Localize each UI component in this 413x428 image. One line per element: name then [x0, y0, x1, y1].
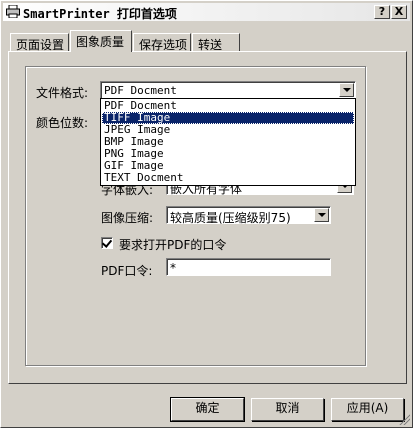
chevron-down-icon[interactable]	[339, 83, 354, 97]
file-format-dropdown-list[interactable]: PDF Docment TIFF Image JPEG Image BMP Im…	[100, 98, 356, 186]
close-button[interactable]: X	[391, 5, 407, 19]
tab-image-quality[interactable]: 图象质量	[70, 30, 132, 52]
image-compress-select[interactable]: 较高质量(压缩级别75)	[166, 206, 331, 225]
file-format-label: 文件格式:	[36, 86, 89, 100]
window-title: SmartPrinter 打印首选项	[23, 7, 177, 21]
ok-button[interactable]: 确定	[170, 397, 245, 422]
pdf-password-label: PDF口令:	[101, 264, 153, 278]
printer-preferences-dialog: SmartPrinter 打印首选项 ? X 页面设置 图象质量 保存选项 转送…	[0, 0, 413, 428]
file-format-value: PDF Docment	[104, 84, 177, 97]
pdf-password-value: *	[170, 261, 176, 275]
resize-grip-icon[interactable]	[398, 413, 410, 425]
tab-transfer[interactable]: 转送	[192, 33, 240, 52]
cancel-button[interactable]: 取消	[251, 398, 324, 421]
printer-icon	[6, 5, 20, 18]
help-button[interactable]: ?	[374, 5, 390, 19]
tab-save-options[interactable]: 保存选项	[133, 33, 191, 52]
color-depth-label: 颜色位数:	[36, 116, 89, 130]
image-compress-value: 较高质量(压缩级别75)	[170, 211, 291, 225]
chevron-down-icon[interactable]	[314, 208, 329, 222]
pdf-password-field[interactable]: *	[166, 258, 331, 276]
require-password-label[interactable]: 要求打开PDF的口令	[119, 236, 226, 253]
image-compress-label: 图像压缩:	[101, 211, 154, 225]
dropdown-option[interactable]: TEXT Docment	[102, 172, 354, 184]
file-format-select[interactable]: PDF Docment	[100, 81, 356, 99]
title-bar: SmartPrinter 打印首选项 ? X	[3, 3, 410, 21]
tab-page-setup[interactable]: 页面设置	[10, 33, 69, 52]
require-password-checkbox[interactable]	[101, 237, 113, 249]
apply-button[interactable]: 应用(A)	[331, 398, 404, 421]
